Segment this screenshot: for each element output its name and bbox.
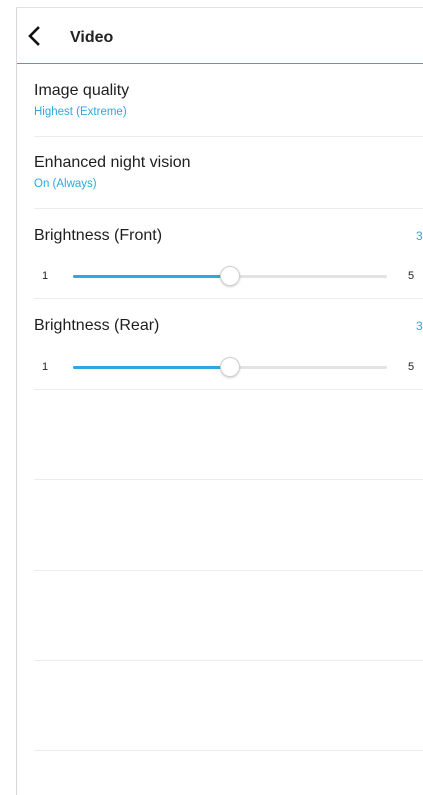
empty-row-divider — [34, 660, 423, 661]
empty-row-divider — [34, 570, 423, 571]
header-divider — [17, 63, 423, 64]
slider-max-label: 5 — [408, 270, 415, 282]
divider — [34, 208, 423, 209]
slider-max-label: 5 — [408, 361, 415, 373]
slider-fill — [73, 275, 230, 278]
chevron-left-icon — [28, 26, 40, 46]
setting-label: Image quality — [34, 82, 130, 99]
divider — [34, 298, 423, 299]
slider-label-brightness-front: Brightness (Front) — [34, 227, 163, 244]
app-header: Video — [17, 8, 423, 64]
empty-row-divider — [34, 479, 423, 480]
slider-thumb[interactable] — [220, 357, 240, 377]
setting-label: Enhanced night vision — [34, 154, 191, 171]
empty-row-divider — [34, 750, 423, 751]
video-settings-screen: Video Image quality Highest (Extreme) En… — [0, 0, 423, 795]
setting-value: On (Always) — [34, 178, 97, 190]
slider-current-value: 3 — [416, 319, 423, 333]
divider — [34, 389, 423, 390]
slider-current-value: 3 — [416, 229, 423, 243]
slider-min-label: 1 — [42, 361, 49, 373]
slider-thumb[interactable] — [220, 266, 240, 286]
brightness-front-slider[interactable] — [73, 266, 387, 286]
setting-value: Highest (Extreme) — [34, 106, 127, 118]
divider — [34, 136, 423, 137]
slider-label-brightness-rear: Brightness (Rear) — [34, 317, 160, 334]
setting-image-quality[interactable]: Image quality Highest (Extreme) — [34, 81, 423, 119]
page-title: Video — [70, 29, 114, 46]
brightness-rear-slider[interactable] — [73, 357, 387, 377]
setting-enhanced-night-vision[interactable]: Enhanced night vision On (Always) — [34, 153, 423, 191]
back-button[interactable] — [23, 24, 47, 48]
frame-left-edge — [16, 7, 17, 795]
slider-min-label: 1 — [42, 270, 49, 282]
slider-fill — [73, 366, 230, 369]
